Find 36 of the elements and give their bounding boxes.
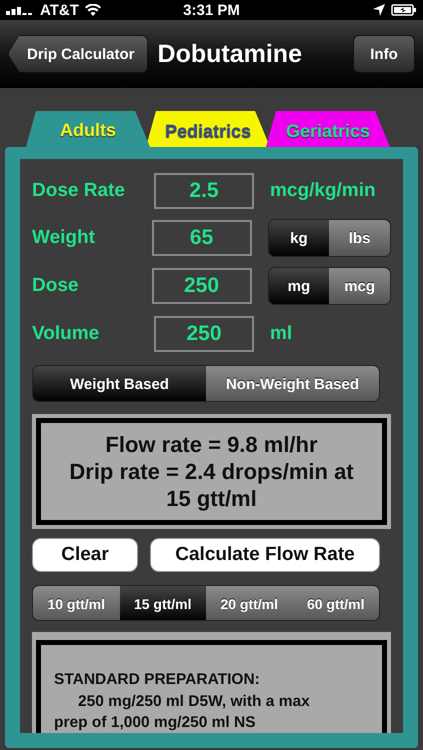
location-arrow-icon — [373, 4, 386, 16]
field-label: Weight — [32, 227, 96, 250]
drop-factor-segment[interactable]: 20 gtt/ml — [206, 586, 292, 620]
unit-segment[interactable]: mcg — [329, 268, 390, 304]
drop-factor-segment[interactable]: 60 gtt/ml — [292, 586, 379, 620]
field-label: Dose Rate — [32, 180, 126, 202]
preparation-heading: STANDARD PREPARATION: — [54, 671, 261, 689]
drop-factor-segment[interactable]: 15 gtt/ml — [120, 586, 206, 620]
mode-segment[interactable]: Non-Weight Based — [206, 366, 379, 401]
input-field[interactable]: 250 — [154, 316, 254, 352]
wifi-icon — [84, 4, 101, 16]
drop-factor-segment[interactable]: 10 gtt/ml — [33, 586, 120, 620]
page-title: Dobutamine — [158, 40, 303, 68]
unit-segment[interactable]: lbs — [329, 220, 390, 256]
clock-time: 3:31 PM — [183, 2, 240, 18]
unit-label: mcg/kg/min — [270, 180, 376, 202]
battery-icon — [391, 4, 418, 16]
unit-segment[interactable]: kg — [268, 220, 330, 256]
input-field[interactable]: 2.5 — [154, 172, 254, 209]
signal-icon — [6, 5, 34, 15]
tab[interactable]: Pediatrics — [146, 111, 270, 147]
unit-label: ml — [270, 322, 292, 345]
result-text: Flow rate = 9.8 ml/hr — [105, 430, 318, 458]
calculate-button[interactable]: Calculate Flow Rate — [150, 538, 380, 572]
unit-segment[interactable]: mg — [268, 268, 330, 304]
input-field[interactable]: 250 — [152, 268, 252, 304]
result-text: Drip rate = 2.4 drops/min at 15 gtt/ml — [68, 458, 355, 512]
input-field[interactable]: 65 — [152, 220, 252, 256]
preparation-text: 250 mg/250 ml D5W, with a max prep of 1,000 mg/250 ml NS — [54, 692, 311, 733]
info-button[interactable]: Info — [353, 35, 415, 73]
carrier-name: AT&T — [40, 2, 79, 18]
field-label: Dose — [32, 275, 80, 298]
back-button[interactable]: Drip Calculator — [8, 35, 148, 73]
field-label: Volume — [32, 322, 100, 345]
clear-button[interactable]: Clear — [32, 538, 138, 572]
mode-segment[interactable]: Weight Based — [33, 366, 206, 401]
